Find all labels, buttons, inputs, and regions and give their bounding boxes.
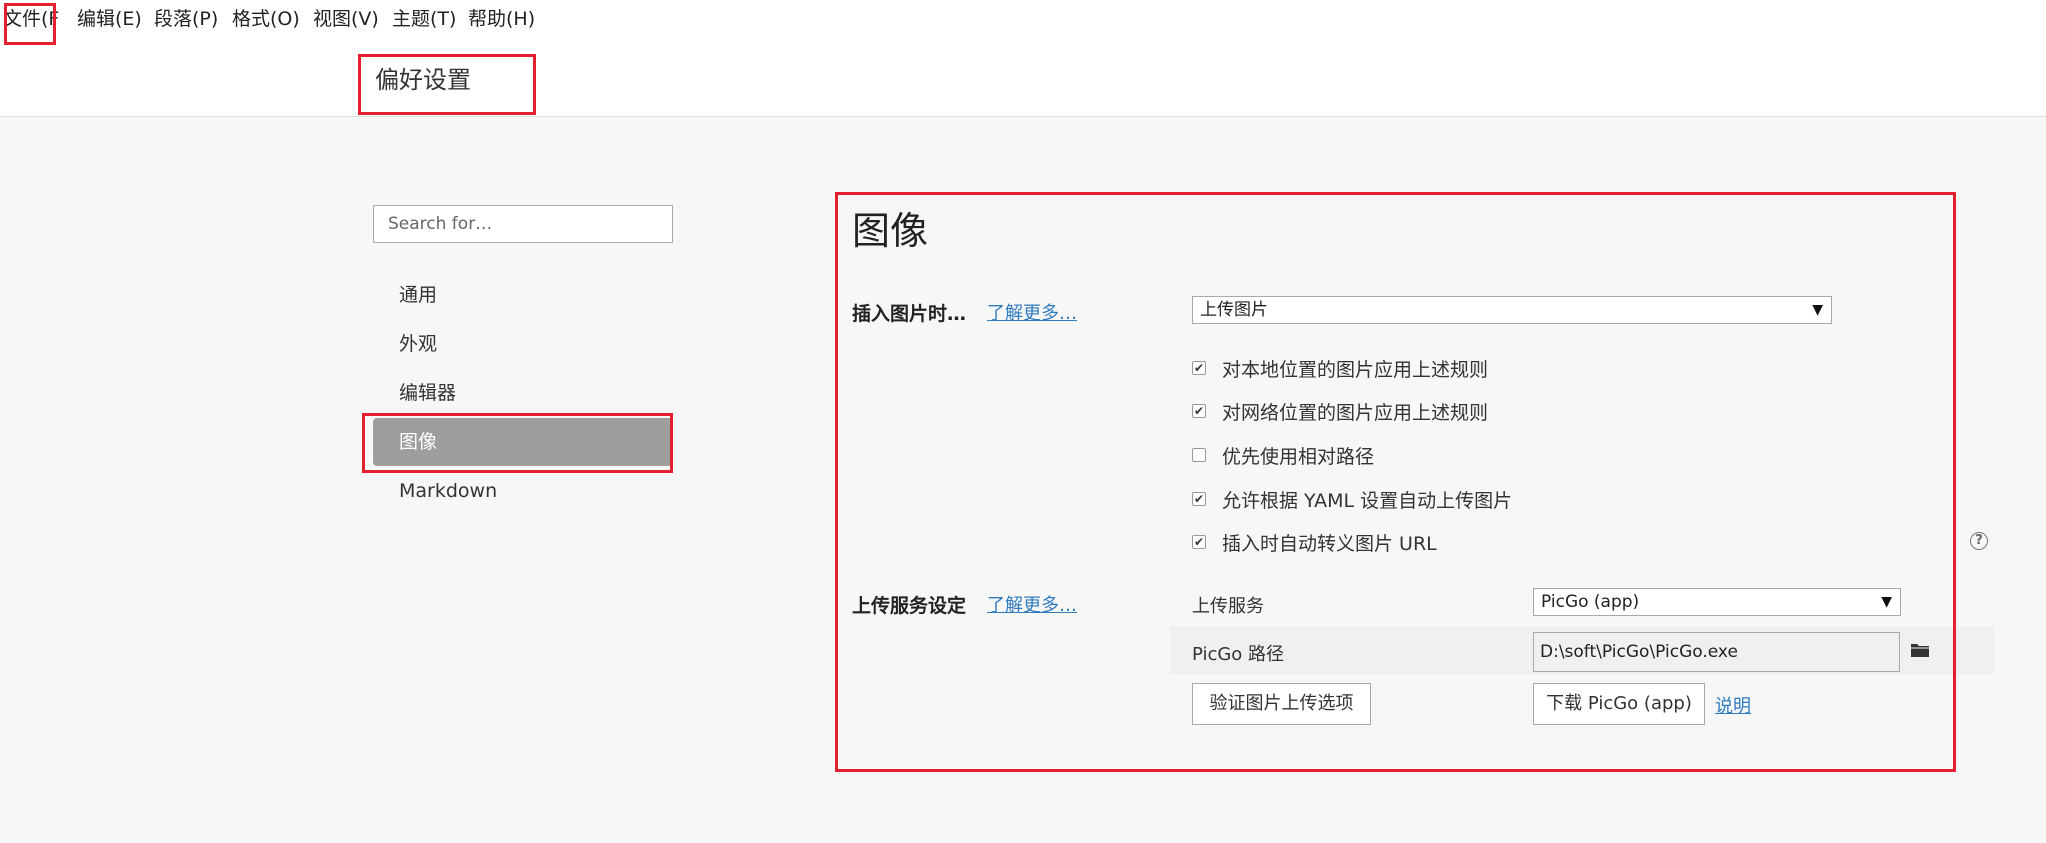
chevron-down-icon: ▼ xyxy=(1812,302,1823,318)
sidebar-item-markdown[interactable]: Markdown xyxy=(373,467,673,515)
checkbox-unchecked-icon[interactable] xyxy=(1192,448,1206,462)
sidebar-item-appearance[interactable]: 外观 xyxy=(373,320,673,368)
check-label: 对网络位置的图片应用上述规则 xyxy=(1222,402,1489,424)
search-input[interactable] xyxy=(373,205,673,243)
checkbox-checked-icon[interactable]: ✔ xyxy=(1192,535,1206,549)
menu-theme[interactable]: 主题(T) xyxy=(392,4,456,31)
checkbox-checked-icon[interactable]: ✔ xyxy=(1192,404,1206,418)
sidebar-item-editor[interactable]: 编辑器 xyxy=(373,369,673,417)
insert-action-select[interactable]: 上传图片 ▼ xyxy=(1192,296,1832,324)
check-label: 插入时自动转义图片 URL xyxy=(1222,533,1437,555)
preferences-header: 偏好设置 xyxy=(0,36,2046,117)
menu-bar: 文件(F 编辑(E) 段落(P) 格式(O) 视图(V) 主题(T) 帮助(H) xyxy=(0,0,2046,36)
highlight-box-image-panel xyxy=(835,192,1956,772)
insert-action-value: 上传图片 xyxy=(1200,300,1268,320)
page-title: 偏好设置 xyxy=(375,66,471,94)
verify-upload-button[interactable]: 验证图片上传选项 xyxy=(1192,683,1371,725)
insert-image-label: 插入图片时… xyxy=(852,303,967,325)
upload-service-label: 上传服务 xyxy=(1192,596,1264,617)
sidebar-item-image[interactable]: 图像 xyxy=(373,418,673,466)
upload-service-select[interactable]: PicGo (app) ▼ xyxy=(1533,588,1901,616)
section-title: 图像 xyxy=(852,209,929,253)
check-label: 允许根据 YAML 设置自动上传图片 xyxy=(1222,490,1513,512)
checkbox-checked-icon[interactable]: ✔ xyxy=(1192,492,1206,506)
folder-icon[interactable] xyxy=(1910,641,1930,659)
upload-service-settings-label: 上传服务设定 xyxy=(852,595,967,617)
menu-edit[interactable]: 编辑(E) xyxy=(77,4,142,31)
explain-link[interactable]: 说明 xyxy=(1715,692,1751,718)
menu-help[interactable]: 帮助(H) xyxy=(468,4,535,31)
upload-service-value: PicGo (app) xyxy=(1541,592,1640,612)
upload-learn-more-link[interactable]: 了解更多… xyxy=(987,591,1077,617)
menu-file[interactable]: 文件(F xyxy=(3,4,59,31)
chevron-down-icon: ▼ xyxy=(1881,594,1892,610)
check-label: 优先使用相对路径 xyxy=(1222,446,1375,468)
picgo-path-input[interactable]: D:\soft\PicGo\PicGo.exe xyxy=(1533,632,1900,672)
check-label: 对本地位置的图片应用上述规则 xyxy=(1222,359,1489,381)
picgo-path-label: PicGo 路径 xyxy=(1192,644,1285,665)
menu-paragraph[interactable]: 段落(P) xyxy=(154,4,218,31)
menu-format[interactable]: 格式(O) xyxy=(232,4,300,31)
sidebar-item-general[interactable]: 通用 xyxy=(373,271,673,319)
insert-learn-more-link[interactable]: 了解更多… xyxy=(987,299,1077,325)
help-icon[interactable]: ? xyxy=(1970,532,1988,550)
checkbox-checked-icon[interactable]: ✔ xyxy=(1192,361,1206,375)
menu-view[interactable]: 视图(V) xyxy=(313,4,379,31)
download-picgo-button[interactable]: 下载 PicGo (app) xyxy=(1533,683,1705,725)
